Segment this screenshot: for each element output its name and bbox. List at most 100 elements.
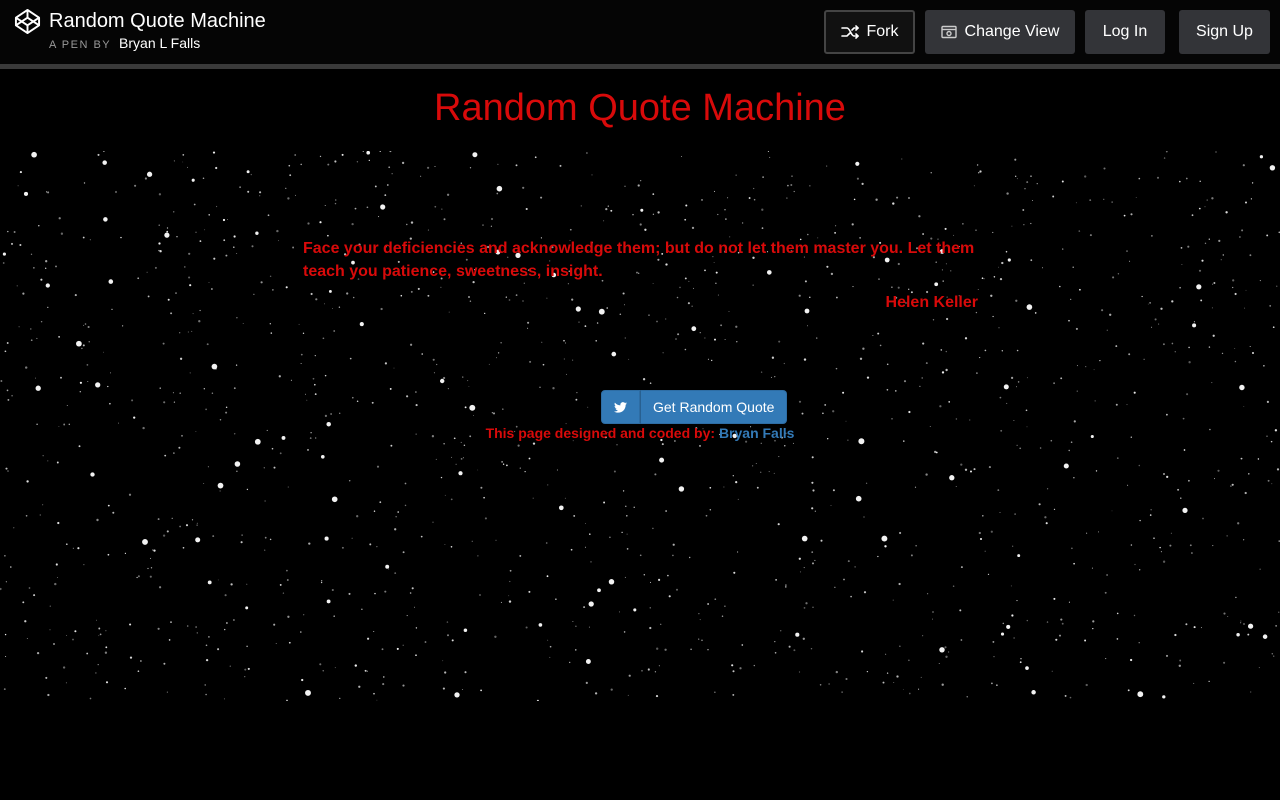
star bbox=[45, 191, 48, 193]
star bbox=[24, 620, 27, 623]
star bbox=[1072, 266, 1074, 269]
star bbox=[264, 549, 266, 551]
star bbox=[650, 581, 651, 583]
star bbox=[652, 527, 654, 530]
star bbox=[1139, 519, 1141, 522]
star bbox=[1042, 267, 1044, 269]
star bbox=[528, 590, 531, 593]
star bbox=[1026, 619, 1029, 622]
star bbox=[13, 231, 16, 233]
star bbox=[72, 547, 74, 549]
star bbox=[133, 416, 136, 419]
change-view-button[interactable]: Change View bbox=[925, 10, 1075, 54]
star bbox=[146, 171, 153, 177]
star bbox=[623, 631, 626, 633]
star bbox=[790, 184, 793, 186]
star bbox=[785, 586, 787, 588]
star bbox=[7, 470, 9, 472]
star bbox=[205, 693, 207, 696]
star bbox=[120, 236, 122, 239]
star bbox=[2, 252, 6, 256]
star bbox=[1239, 236, 1241, 238]
star bbox=[1227, 615, 1229, 618]
star bbox=[300, 631, 302, 633]
login-button[interactable]: Log In bbox=[1085, 10, 1165, 54]
star bbox=[1061, 622, 1064, 625]
star bbox=[186, 625, 189, 627]
codepen-logo-icon[interactable] bbox=[14, 8, 41, 35]
star bbox=[205, 658, 209, 662]
star bbox=[497, 352, 500, 354]
star bbox=[1151, 235, 1153, 237]
star bbox=[286, 699, 288, 701]
credit-author-link[interactable]: Bryan Falls bbox=[719, 425, 794, 441]
star bbox=[359, 322, 364, 327]
star bbox=[908, 659, 910, 662]
star bbox=[31, 151, 37, 158]
star bbox=[182, 154, 185, 156]
star bbox=[164, 454, 167, 457]
star bbox=[522, 186, 525, 189]
star bbox=[959, 609, 962, 612]
star bbox=[66, 404, 68, 407]
star bbox=[464, 671, 467, 674]
star bbox=[121, 325, 124, 327]
get-random-quote-button[interactable]: Get Random Quote bbox=[640, 390, 788, 424]
star bbox=[704, 337, 706, 339]
star bbox=[1232, 279, 1235, 282]
star bbox=[65, 682, 67, 684]
star bbox=[569, 228, 572, 231]
star bbox=[500, 342, 502, 344]
author-link[interactable]: Bryan L Falls bbox=[119, 35, 200, 51]
star bbox=[707, 649, 709, 651]
star bbox=[173, 211, 175, 213]
star bbox=[285, 187, 287, 189]
star bbox=[798, 671, 801, 673]
star bbox=[1111, 510, 1113, 512]
star bbox=[213, 257, 216, 260]
star bbox=[810, 647, 813, 650]
star bbox=[1218, 239, 1221, 242]
star bbox=[914, 486, 917, 488]
star bbox=[684, 218, 687, 221]
star bbox=[1201, 259, 1204, 262]
star bbox=[1202, 517, 1204, 520]
star bbox=[1133, 614, 1136, 617]
star bbox=[527, 321, 530, 324]
star bbox=[146, 271, 148, 273]
star bbox=[945, 368, 948, 372]
star bbox=[324, 536, 329, 541]
star bbox=[1011, 225, 1013, 227]
star bbox=[944, 227, 947, 230]
star bbox=[186, 166, 188, 168]
star bbox=[1193, 682, 1195, 684]
star bbox=[1092, 627, 1094, 630]
star bbox=[83, 564, 85, 566]
star bbox=[1076, 390, 1078, 392]
star bbox=[675, 338, 677, 340]
star bbox=[573, 514, 576, 517]
star bbox=[908, 288, 910, 290]
star bbox=[945, 350, 947, 353]
star bbox=[1014, 158, 1017, 161]
star bbox=[1017, 381, 1020, 383]
star bbox=[224, 628, 226, 631]
star bbox=[563, 339, 565, 342]
star bbox=[714, 691, 716, 693]
star bbox=[1076, 365, 1078, 367]
star bbox=[768, 471, 770, 473]
star bbox=[559, 164, 562, 167]
star bbox=[1129, 658, 1133, 662]
star bbox=[496, 185, 503, 192]
star bbox=[444, 544, 446, 545]
star bbox=[803, 567, 805, 569]
star bbox=[778, 456, 780, 458]
star bbox=[463, 628, 468, 632]
star bbox=[158, 242, 161, 245]
star bbox=[233, 235, 236, 238]
tweet-button[interactable] bbox=[601, 390, 640, 424]
star bbox=[273, 466, 276, 469]
star bbox=[442, 687, 445, 690]
signup-button[interactable]: Sign Up bbox=[1179, 10, 1270, 54]
fork-button[interactable]: Fork bbox=[824, 10, 915, 54]
